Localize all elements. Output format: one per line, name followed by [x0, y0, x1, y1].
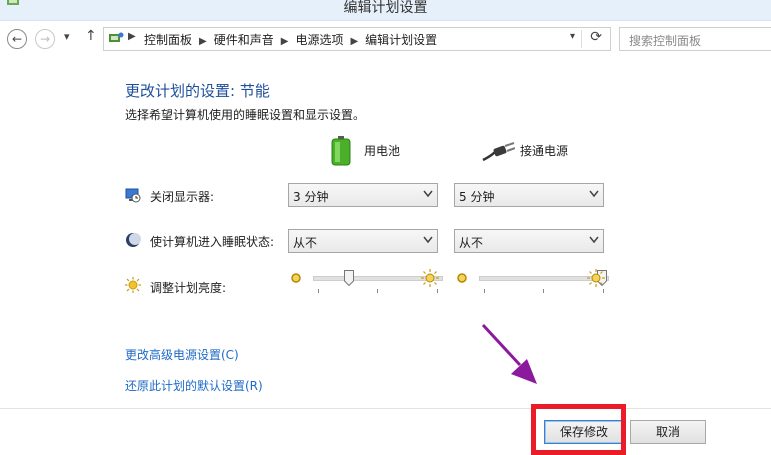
footer-divider [0, 408, 771, 409]
save-changes-button[interactable]: 保存修改 [544, 420, 624, 444]
cancel-button[interactable]: 取消 [630, 420, 706, 444]
annotation-arrow-icon [481, 323, 537, 384]
